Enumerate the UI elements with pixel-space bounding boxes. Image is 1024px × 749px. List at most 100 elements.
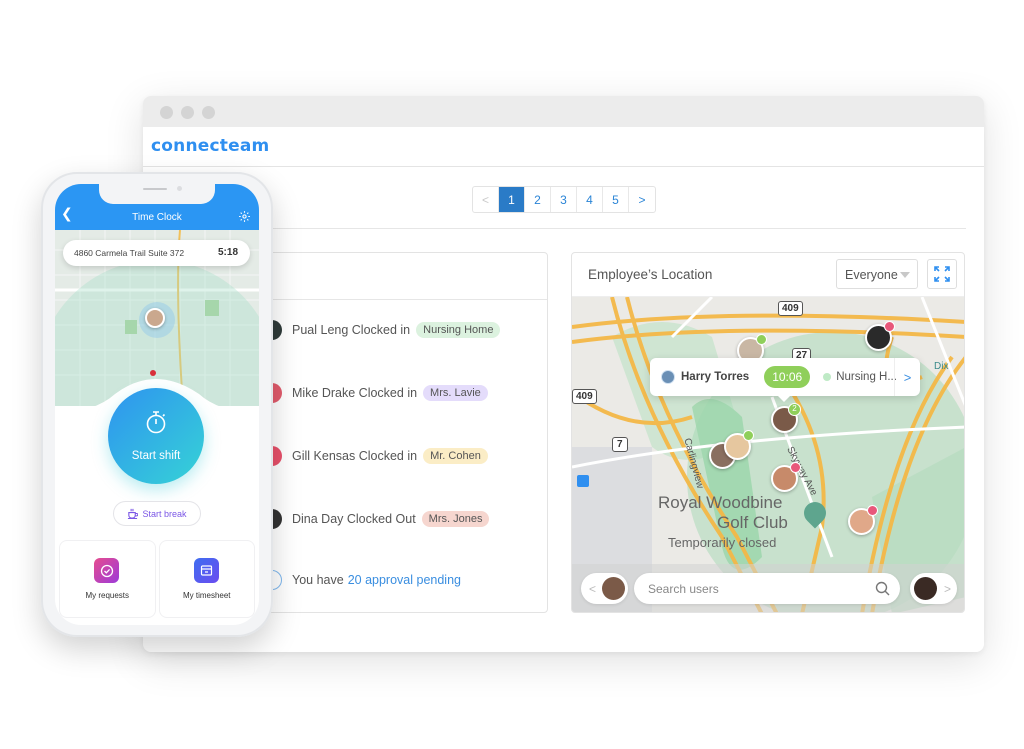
status-offline-badge (790, 462, 801, 473)
employee-map-pin[interactable] (848, 505, 878, 535)
search-users-input[interactable] (634, 573, 900, 604)
previous-user-button[interactable]: < (581, 573, 628, 604)
activity-text: Pual Leng Clocked in (292, 323, 411, 337)
chevron-right-icon: > (944, 581, 952, 596)
my-requests-tile[interactable]: My requests (60, 541, 155, 617)
place-label-name: Royal Woodbine (658, 493, 783, 512)
timesheet-icon (193, 558, 219, 583)
employee-tooltip[interactable]: Harry Torres 10:06 Nursing H... > (650, 358, 920, 402)
employee-map[interactable]: 409 409 27 7 Dix Carlingview Skyway Ave … (572, 297, 964, 612)
transit-icon (577, 475, 589, 487)
start-shift-button[interactable]: Start shift (108, 388, 204, 484)
status-online-badge (756, 334, 767, 345)
location-tag: Mrs. Lavie (423, 385, 488, 401)
pagination-page-3[interactable]: 3 (551, 187, 577, 212)
activity-item[interactable]: Pual Leng Clocked in Nursing Home (262, 320, 501, 340)
stopwatch-icon (146, 411, 166, 434)
activity-panel-header (244, 253, 547, 300)
pagination-next[interactable]: > (629, 187, 655, 212)
employee-map-pin[interactable] (865, 321, 895, 351)
location-tag: Nursing Home (416, 322, 501, 338)
my-timesheet-tile[interactable]: My timesheet (159, 541, 254, 617)
street-label-dix: Dix (934, 361, 949, 372)
requests-icon (94, 558, 119, 583)
pending-text: You have (292, 573, 344, 587)
pagination-page-4[interactable]: 4 (577, 187, 603, 212)
location-panel-header: Employee’s Location Everyone (572, 253, 964, 297)
quick-actions: My requests My timesheet (60, 541, 254, 617)
shift-time-badge: 10:06 (764, 366, 811, 388)
cluster-count-badge: 2 (788, 403, 801, 416)
location-dot-icon (823, 373, 832, 381)
pending-approvals: You have 20 approval pending (262, 570, 461, 590)
next-user-button[interactable]: > (910, 573, 957, 604)
location-tag: Mrs. Jones (421, 511, 490, 527)
current-address-bar: 4860 Carmela Trail Suite 372 5:18 (63, 240, 250, 266)
start-shift-label: Start shift (131, 450, 181, 462)
filter-value: Everyone (845, 268, 898, 282)
activity-item[interactable]: Dina Day Clocked Out Mrs. Jones (262, 509, 490, 529)
status-offline-badge (884, 321, 895, 332)
stage: connecteam < 1 2 3 4 5 > Pual Leng Clock… (0, 0, 1024, 749)
shift-timer: 5:18 (217, 247, 238, 258)
location-panel-title: Employee’s Location (588, 267, 713, 282)
location-tag: Mr. Cohen (423, 448, 488, 464)
phone-title: Time Clock (132, 212, 182, 223)
employee-map-pin[interactable] (771, 462, 801, 492)
avatar (914, 577, 937, 600)
window-close-dot[interactable] (160, 106, 173, 119)
search-icon[interactable] (875, 581, 890, 596)
status-offline-badge (867, 505, 878, 516)
pagination-page-2[interactable]: 2 (525, 187, 551, 212)
pagination-page-1[interactable]: 1 (499, 187, 525, 212)
pending-approvals-link[interactable]: 20 approval pending (348, 573, 461, 587)
activity-text: Gill Kensas Clocked in (292, 449, 418, 463)
activity-text: Mike Drake Clocked in (292, 386, 418, 400)
my-timesheet-label: My timesheet (182, 591, 231, 600)
highway-shield-409: 409 (778, 301, 803, 316)
coffee-cup-icon (128, 508, 139, 519)
start-break-button[interactable]: Start break (113, 501, 201, 526)
window-minimize-dot[interactable] (181, 106, 194, 119)
pagination-page-5[interactable]: 5 (603, 187, 629, 212)
expand-icon (934, 266, 950, 282)
activity-text: Dina Day Clocked Out (292, 512, 416, 526)
current-address: 4860 Carmela Trail Suite 372 (74, 248, 185, 258)
start-break-label: Start break (142, 508, 187, 519)
my-requests-label: My requests (85, 591, 130, 600)
activity-item[interactable]: Gill Kensas Clocked in Mr. Cohen (262, 446, 488, 466)
section-divider (263, 228, 966, 229)
employee-filter-select[interactable]: Everyone (836, 259, 918, 289)
phone-mockup: 4860 Carmela Trail Suite 372 5:18 ❮ Time… (41, 172, 273, 637)
fullscreen-button[interactable] (927, 259, 957, 289)
brand-logo[interactable]: connecteam (151, 136, 269, 156)
highway-shield-409-left: 409 (572, 389, 597, 404)
speaker (143, 188, 167, 190)
place-status-label: Temporarily closed (668, 535, 777, 550)
pagination-prev[interactable]: < (473, 187, 499, 212)
employee-map-pin-selected[interactable]: 2 (771, 403, 801, 433)
pagination: < 1 2 3 4 5 > (472, 186, 656, 213)
highway-shield-7: 7 (612, 437, 628, 452)
employee-map-pin[interactable] (724, 430, 754, 460)
app-header: connecteam (143, 127, 984, 167)
avatar (602, 577, 626, 600)
avatar (661, 370, 675, 384)
browser-titlebar (143, 96, 984, 127)
activity-item[interactable]: Mike Drake Clocked in Mrs. Lavie (262, 383, 488, 403)
tooltip-next-button[interactable]: > (894, 358, 920, 396)
phone-notch (99, 184, 215, 204)
camera (177, 186, 182, 191)
chevron-left-icon: < (589, 581, 597, 596)
window-maximize-dot[interactable] (202, 106, 215, 119)
activity-panel: Pual Leng Clocked in Nursing Home Mike D… (243, 252, 548, 613)
phone-header: ❮ Time Clock (55, 184, 259, 230)
map-search-bar: < > (572, 564, 964, 612)
gear-icon[interactable] (238, 210, 251, 223)
phone-screen: 4860 Carmela Trail Suite 372 5:18 ❮ Time… (55, 184, 259, 625)
employee-location-panel: Employee’s Location Everyone 409 409 27 … (571, 252, 965, 613)
user-location-avatar (145, 308, 165, 328)
status-online-badge (743, 430, 754, 441)
caret-down-icon (900, 272, 910, 278)
place-label-name-2: Golf Club (717, 513, 788, 532)
